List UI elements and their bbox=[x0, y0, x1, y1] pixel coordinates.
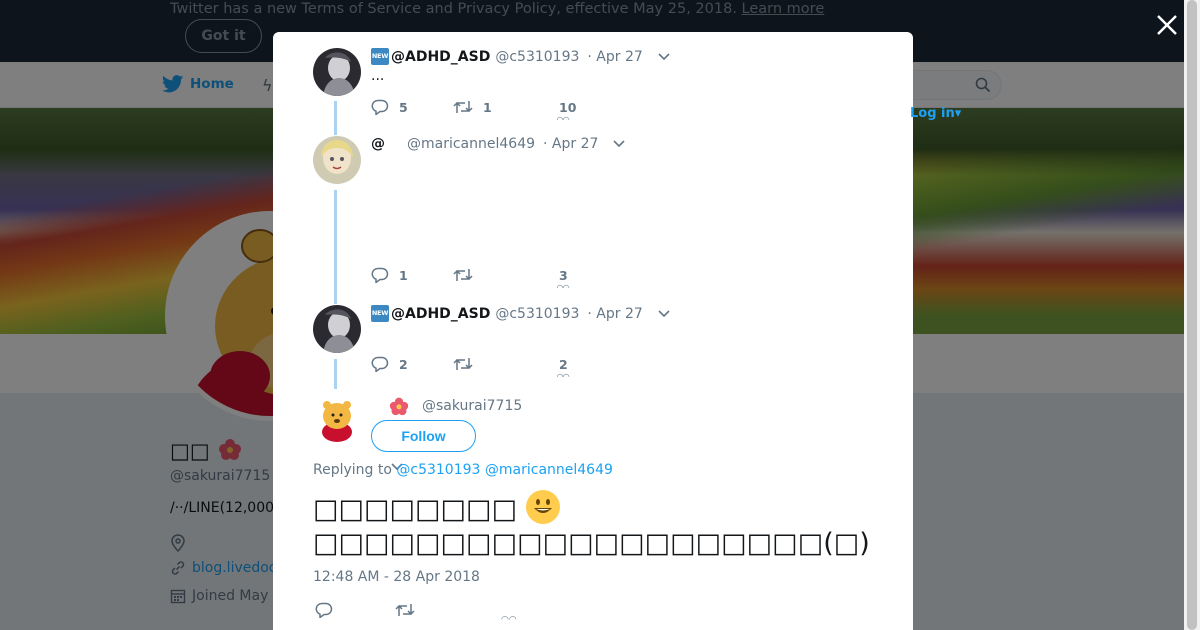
like-button[interactable]: 10 ◠◠ bbox=[557, 99, 577, 124]
reply-count: 2 bbox=[399, 356, 408, 372]
main-tweet-author[interactable]: @sakurai7715 bbox=[388, 396, 522, 416]
parent-tweet[interactable]: NEW @ADHD_ASD @c5310193 · Apr 27 ... 5 1… bbox=[313, 48, 873, 138]
login-label: Log in bbox=[910, 106, 955, 121]
retweet-button[interactable]: 1 bbox=[453, 99, 559, 115]
tweet-author-handle[interactable]: @c5310193 bbox=[495, 49, 579, 65]
heart-icon: ◠◠ bbox=[557, 114, 570, 124]
retweet-button[interactable] bbox=[453, 356, 559, 372]
retweet-icon[interactable] bbox=[395, 602, 415, 618]
avatar[interactable] bbox=[313, 48, 361, 96]
scrollbar-thumb[interactable] bbox=[1187, 0, 1197, 630]
tweet-author-handle[interactable]: @maricannel4649 bbox=[407, 136, 535, 152]
avatar[interactable] bbox=[313, 305, 361, 353]
tweet-author-handle[interactable]: @c5310193 bbox=[495, 306, 579, 322]
tweet-timestamp[interactable]: · Apr 27 bbox=[587, 306, 642, 322]
main-tweet-avatar[interactable] bbox=[313, 394, 361, 442]
reply-count: 1 bbox=[399, 267, 408, 283]
like-count: 3 bbox=[559, 267, 568, 283]
caret-icon[interactable] bbox=[657, 309, 671, 319]
smiley-icon bbox=[525, 490, 560, 524]
tweet-text: ... bbox=[371, 68, 385, 84]
reply-button[interactable]: 2 bbox=[371, 356, 453, 372]
like-button[interactable]: 3 ◠◠ bbox=[557, 267, 569, 292]
avatar[interactable] bbox=[313, 136, 361, 184]
tweet-actions: 2 2 ◠◠ bbox=[371, 356, 569, 381]
caret-icon: ▾ bbox=[954, 106, 962, 121]
like-count: 10 bbox=[559, 99, 577, 115]
reply-icon bbox=[371, 356, 389, 372]
heart-icon[interactable]: ◠◠ bbox=[501, 615, 517, 625]
tweet-author-name[interactable]: @ADHD_ASD bbox=[391, 306, 490, 322]
replying-to: Replying to @c5310193 @maricannel4649 bbox=[313, 462, 613, 478]
parent-tweet[interactable]: NEW @ADHD_ASD @c5310193 · Apr 27 2 2 ◠◠ bbox=[313, 305, 873, 387]
tweet-author-name[interactable]: @ bbox=[371, 136, 385, 152]
main-tweet-line-1: □□□□□□□□ bbox=[313, 494, 518, 525]
retweet-count: 1 bbox=[483, 99, 492, 115]
retweet-button[interactable] bbox=[453, 267, 559, 283]
retweet-icon bbox=[453, 358, 473, 370]
new-badge-icon: NEW bbox=[371, 48, 389, 65]
tweet-timestamp[interactable]: · Apr 27 bbox=[587, 49, 642, 65]
parent-tweet[interactable]: @ @maricannel4649 · Apr 27 1 3 ◠◠ bbox=[313, 136, 873, 306]
main-tweet-date[interactable]: 12:48 AM - 28 Apr 2018 bbox=[313, 569, 480, 585]
heart-icon: ◠◠ bbox=[557, 282, 570, 292]
reply-icon bbox=[371, 267, 389, 283]
reply-icon[interactable] bbox=[315, 602, 333, 618]
main-tweet-handle[interactable]: @sakurai7715 bbox=[422, 398, 522, 414]
caret-icon[interactable] bbox=[657, 52, 671, 62]
heart-icon: ◠◠ bbox=[557, 371, 570, 381]
replying-to-users[interactable]: @c5310193 @maricannel4649 bbox=[396, 462, 613, 478]
caret-icon[interactable] bbox=[612, 139, 626, 149]
login-link[interactable]: Log in▾ bbox=[910, 106, 961, 121]
retweet-icon bbox=[453, 269, 473, 281]
tweet-author-name[interactable]: @ADHD_ASD bbox=[391, 49, 490, 65]
tweet-header: NEW @ADHD_ASD @c5310193 · Apr 27 bbox=[371, 48, 671, 65]
reply-button[interactable]: 1 bbox=[371, 267, 453, 283]
tweet-header: @ @maricannel4649 · Apr 27 bbox=[371, 136, 626, 152]
main-tweet-actions: ◠◠ bbox=[315, 602, 517, 625]
main-tweet-line-2: □□□□□□□□□□□□□□□□□□□□(□) bbox=[313, 528, 870, 559]
tweet-timestamp[interactable]: · Apr 27 bbox=[543, 136, 598, 152]
scrollbar[interactable] bbox=[1184, 0, 1200, 630]
hibiscus-icon bbox=[389, 397, 409, 416]
retweet-icon bbox=[453, 101, 473, 113]
tweet-header: NEW @ADHD_ASD @c5310193 · Apr 27 bbox=[371, 305, 671, 322]
reply-count: 5 bbox=[399, 99, 408, 115]
new-badge-icon: NEW bbox=[371, 305, 389, 322]
tweet-actions: 1 3 ◠◠ bbox=[371, 267, 569, 292]
replying-to-label: Replying to bbox=[313, 462, 392, 478]
like-count: 2 bbox=[559, 356, 568, 372]
reply-icon bbox=[371, 99, 389, 115]
tweet-actions: 5 1 10 ◠◠ bbox=[371, 99, 577, 124]
follow-button[interactable]: Follow bbox=[371, 420, 476, 452]
reply-button[interactable]: 5 bbox=[371, 99, 453, 115]
close-icon[interactable] bbox=[1154, 12, 1180, 38]
main-tweet-text: □□□□□□□□ □□□□□□□□□□□□□□□□□□□□(□) bbox=[313, 490, 870, 561]
like-button[interactable]: 2 ◠◠ bbox=[557, 356, 569, 381]
tweet-permalink-modal: NEW @ADHD_ASD @c5310193 · Apr 27 ... 5 1… bbox=[273, 32, 913, 630]
